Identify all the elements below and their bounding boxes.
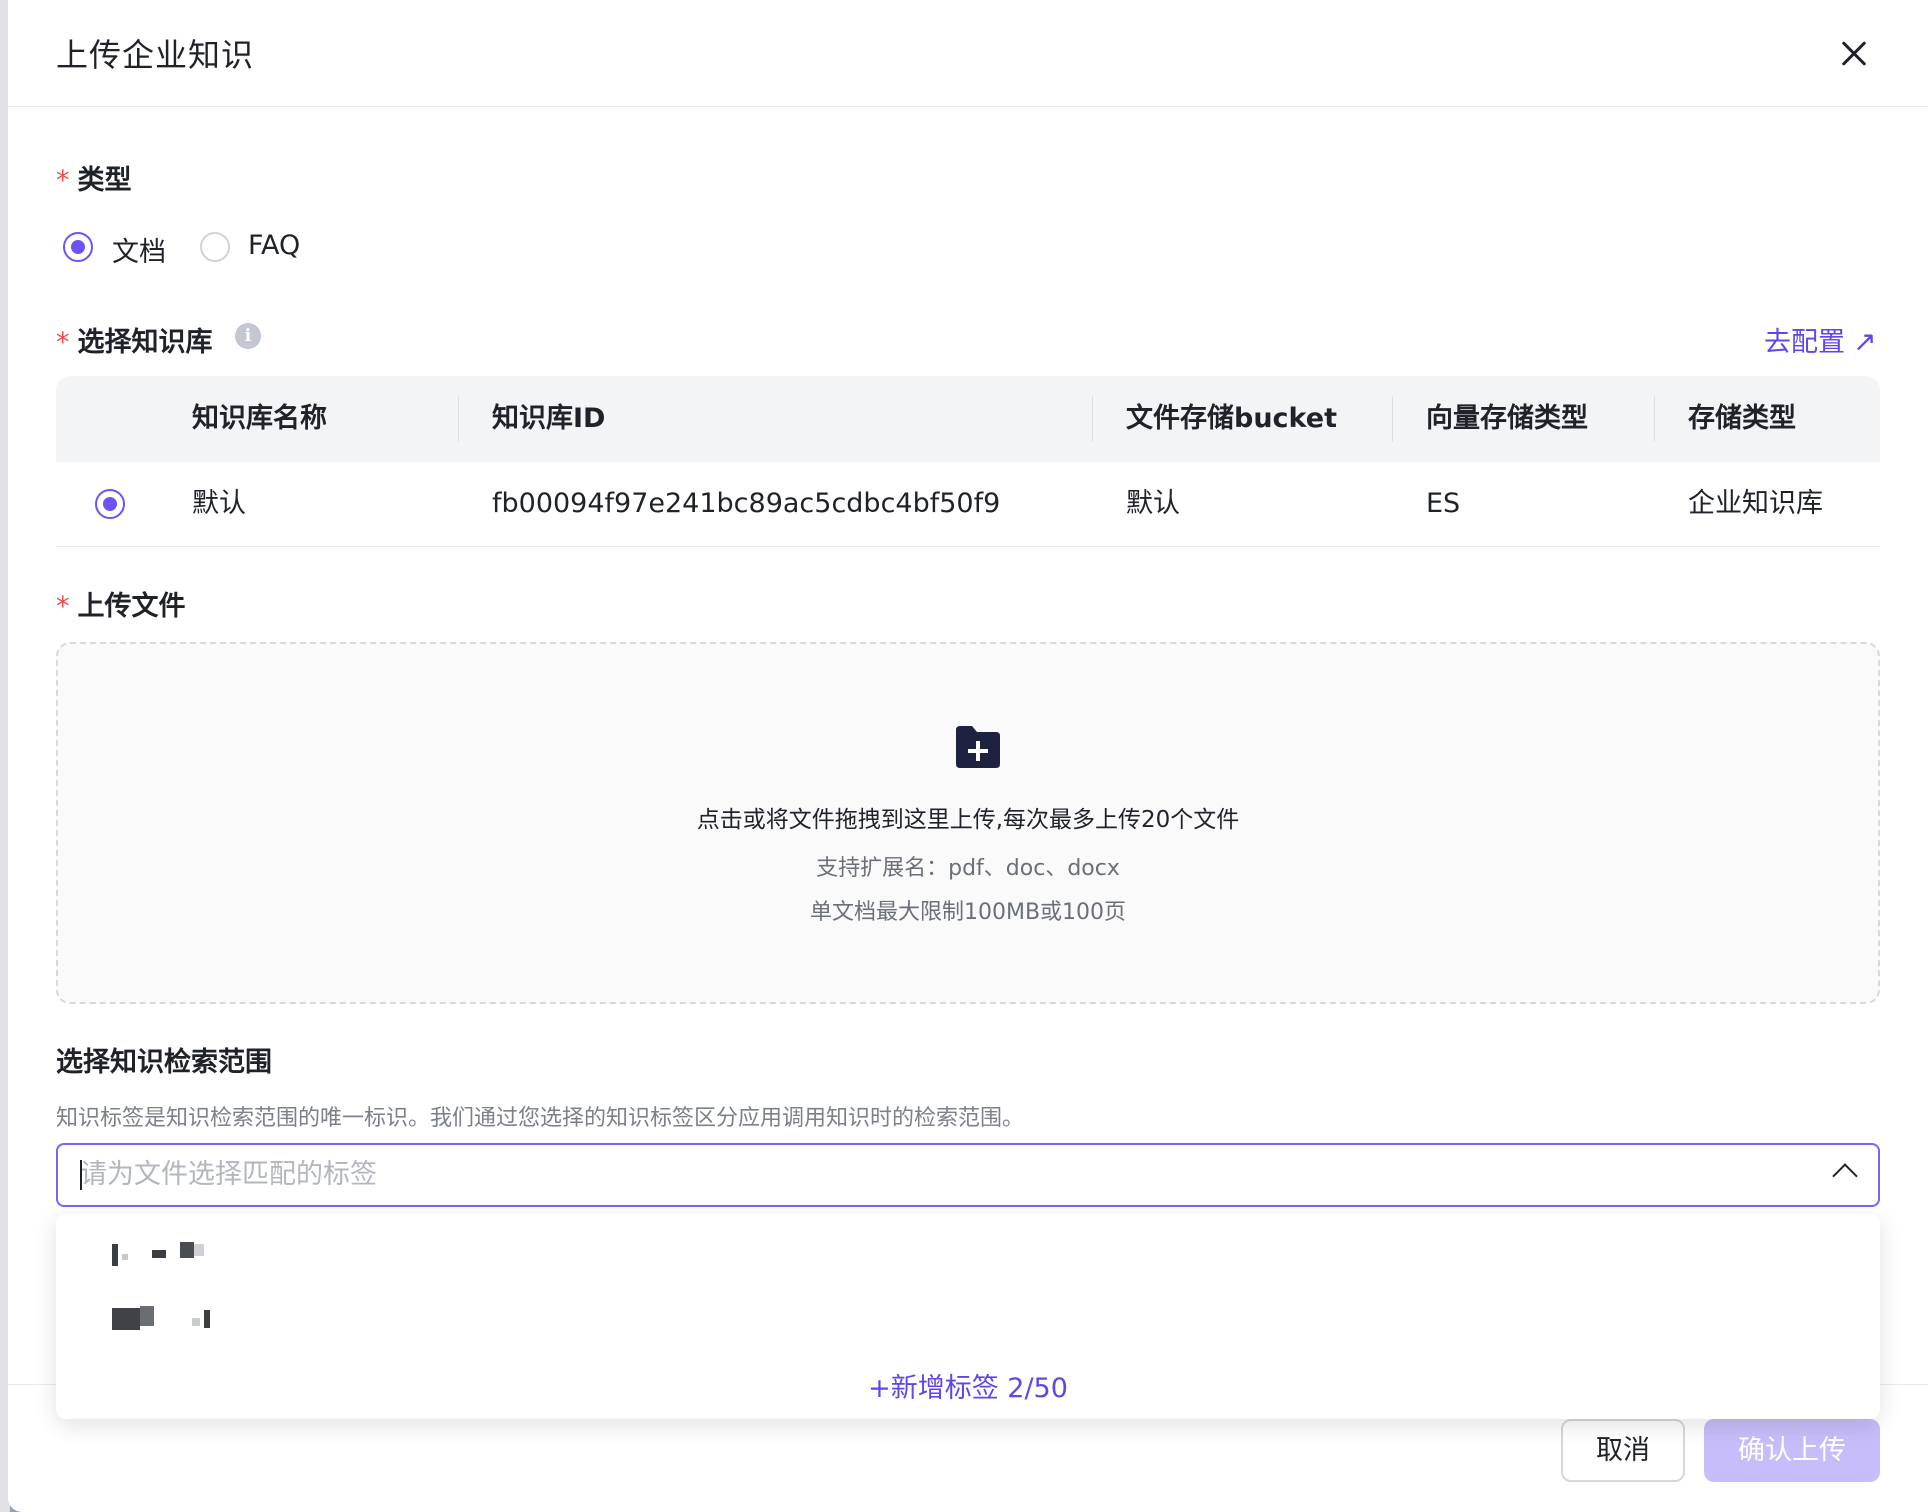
cell-storage-type: 企业知识库	[1688, 488, 1823, 519]
upload-label-row: * 上传文件	[56, 584, 186, 623]
dropzone-extensions-text: 支持扩展名：pdf、doc、docx	[816, 856, 1120, 881]
kb-label-row: * 选择知识库	[56, 320, 213, 359]
required-mark: *	[56, 591, 70, 622]
chevron-up-icon[interactable]	[1832, 1163, 1858, 1189]
external-link-icon: ↗	[1853, 325, 1877, 358]
column-divider	[1092, 396, 1093, 442]
blurred-tag-text	[204, 1310, 210, 1328]
info-icon[interactable]: i	[235, 323, 261, 349]
cell-kb-name: 默认	[192, 488, 246, 519]
cancel-button[interactable]: 取消	[1561, 1419, 1685, 1482]
cell-bucket: 默认	[1126, 488, 1180, 519]
column-divider	[1392, 396, 1393, 442]
text-cursor	[80, 1160, 82, 1190]
kb-label: 选择知识库	[77, 327, 213, 358]
radio-document[interactable]	[63, 232, 93, 262]
radio-document-label[interactable]: 文档	[112, 230, 166, 269]
cell-vector-type: ES	[1426, 488, 1461, 519]
folder-add-icon	[956, 726, 1000, 768]
blurred-tag-text	[194, 1244, 204, 1256]
column-divider	[458, 396, 459, 442]
tag-dropdown: +新增标签 2/50	[56, 1214, 1880, 1419]
table-row[interactable]: 默认 fb00094f97e241bc89ac5cdbc4bf50f9 默认 E…	[56, 462, 1880, 547]
upload-knowledge-dialog: 上传企业知识 * 类型 文档 FAQ * 选择知识库 i 去配置 ↗ 知识库名称 知识…	[8, 0, 1928, 1512]
type-label: 类型	[77, 165, 132, 196]
go-config-link[interactable]: 去配置 ↗	[1764, 320, 1876, 359]
cell-kb-id: fb00094f97e241bc89ac5cdbc4bf50f9	[492, 488, 1001, 519]
list-item[interactable]	[56, 1290, 1880, 1346]
confirm-upload-button[interactable]: 确认上传	[1704, 1419, 1880, 1482]
col-vector-type: 向量存储类型	[1426, 403, 1588, 434]
dropzone-limit-text: 单文档最大限制100MB或100页	[809, 900, 1127, 925]
blurred-tag-text	[112, 1308, 140, 1330]
required-mark: *	[56, 327, 70, 358]
blurred-tag-text	[122, 1254, 128, 1260]
column-divider	[1654, 396, 1655, 442]
blurred-tag-text	[152, 1250, 166, 1258]
kb-table: 知识库名称 知识库ID 文件存储bucket 向量存储类型 存储类型 默认 fb…	[56, 376, 1880, 547]
go-config-label: 去配置	[1764, 327, 1845, 358]
dialog-header: 上传企业知识	[8, 0, 1928, 107]
upload-label: 上传文件	[77, 591, 186, 622]
radio-faq-label[interactable]: FAQ	[248, 230, 300, 261]
type-label-row: * 类型	[56, 158, 132, 197]
scope-description: 知识标签是知识检索范围的唯一标识。我们通过您选择的知识标签区分应用调用知识时的检…	[56, 1106, 1025, 1131]
row-select-radio[interactable]	[95, 489, 125, 519]
col-kb-id: 知识库ID	[492, 403, 606, 434]
scope-title: 选择知识检索范围	[56, 1047, 272, 1078]
blurred-tag-text	[140, 1306, 154, 1326]
blurred-tag-text	[192, 1318, 200, 1326]
radio-faq[interactable]	[200, 232, 230, 262]
kb-table-header: 知识库名称 知识库ID 文件存储bucket 向量存储类型 存储类型	[56, 376, 1880, 462]
tag-select-placeholder: 请为文件选择匹配的标签	[80, 1159, 377, 1190]
close-icon[interactable]	[1830, 30, 1878, 78]
tag-select-input[interactable]: 请为文件选择匹配的标签	[56, 1143, 1880, 1207]
list-item[interactable]	[56, 1230, 1880, 1286]
blurred-tag-text	[112, 1244, 118, 1266]
file-dropzone[interactable]: 点击或将文件拖拽到这里上传,每次最多上传20个文件 支持扩展名：pdf、doc、…	[56, 642, 1880, 1004]
col-storage-type: 存储类型	[1688, 403, 1796, 434]
required-mark: *	[56, 165, 70, 196]
col-bucket: 文件存储bucket	[1126, 403, 1338, 434]
dropzone-main-text: 点击或将文件拖拽到这里上传,每次最多上传20个文件	[696, 807, 1240, 833]
add-tag-button[interactable]: +新增标签 2/50	[56, 1366, 1880, 1405]
dialog-title: 上传企业知识	[56, 36, 255, 74]
blurred-tag-text	[180, 1242, 194, 1258]
col-kb-name: 知识库名称	[192, 403, 327, 434]
